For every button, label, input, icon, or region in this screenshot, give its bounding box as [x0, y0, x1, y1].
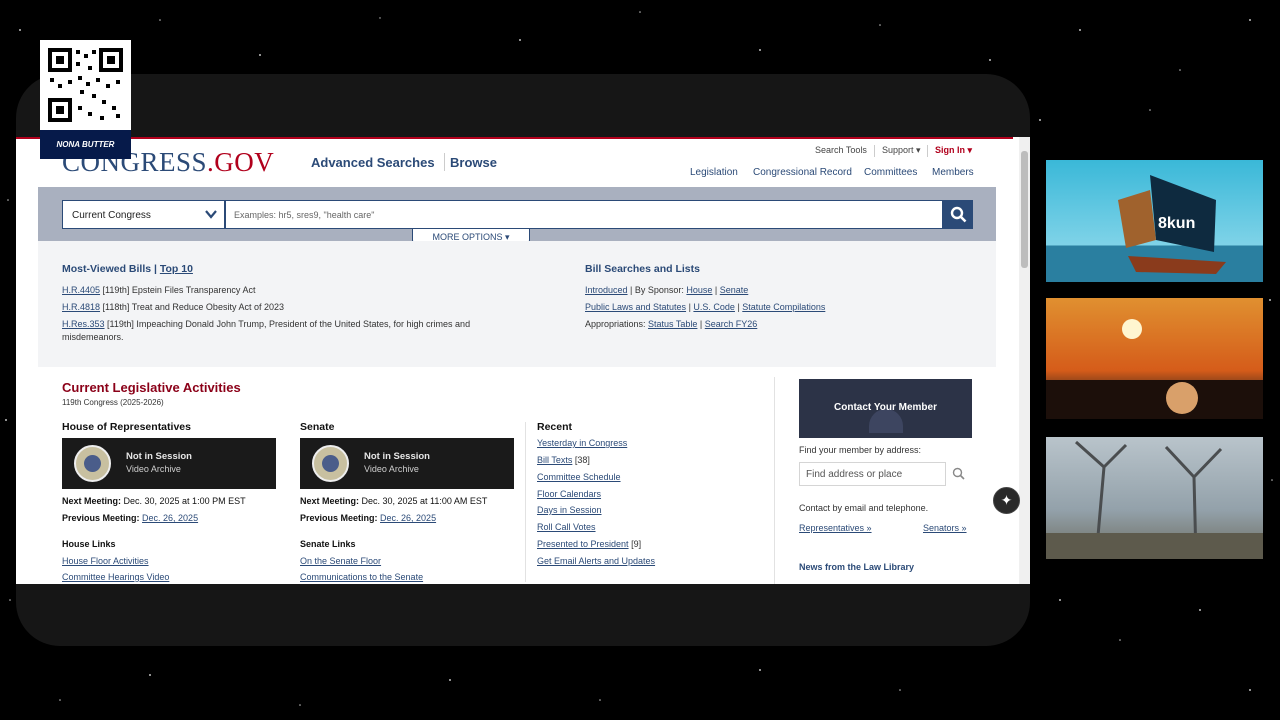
public-laws-link[interactable]: Public Laws and Statutes: [585, 302, 686, 312]
house-seal-icon: [74, 445, 111, 482]
sparkle-icon[interactable]: ✦: [993, 487, 1020, 514]
senate-sponsor-link[interactable]: Senate: [720, 285, 749, 295]
congress-select[interactable]: Current Congress: [62, 200, 225, 229]
bill-link[interactable]: H.Res.353: [62, 319, 105, 329]
bill-link[interactable]: H.R.4818: [62, 302, 100, 312]
nav-legislation[interactable]: Legislation: [690, 167, 738, 178]
contact-text: Contact by email and telephone.: [799, 503, 929, 513]
house-session-status: Not in Session: [126, 451, 192, 462]
address-input[interactable]: Find address or place: [799, 462, 946, 486]
video-tile-ship: 8kun: [1046, 160, 1263, 282]
sign-in-menu[interactable]: Sign In ▾: [935, 145, 972, 156]
contact-your-member-banner[interactable]: Contact Your Member: [799, 379, 972, 438]
congress-gov-page: CONGRESS.GOV Advanced Searches Browse Se…: [38, 137, 996, 584]
nav-congressional-record[interactable]: Congressional Record: [753, 167, 852, 178]
house-floor-link[interactable]: House Floor Activities: [62, 556, 149, 566]
column-divider: [525, 422, 526, 582]
statute-compilations-link[interactable]: Statute Compilations: [742, 302, 825, 312]
scrollbar-thumb[interactable]: [1021, 151, 1028, 268]
house-sponsor-link[interactable]: House: [686, 285, 712, 295]
senate-previous-meeting: Previous Meeting: Dec. 26, 2025: [300, 513, 437, 523]
advanced-searches-link[interactable]: Advanced Searches: [311, 155, 435, 170]
senate-heading: Senate: [300, 421, 335, 433]
house-previous-meeting: Previous Meeting: Dec. 26, 2025: [62, 513, 199, 523]
bill-searches-row: Appropriations: Status Table | Search FY…: [585, 319, 758, 329]
senate-next-meeting: Next Meeting: Dec. 30, 2025 at 11:00 AM …: [300, 496, 488, 506]
most-viewed-item-continued: misdemeanors.: [62, 332, 124, 342]
search-input[interactable]: Examples: hr5, sres9, "health care": [225, 200, 943, 229]
support-menu[interactable]: Support ▾: [882, 145, 921, 156]
house-links-heading: House Links: [62, 539, 116, 549]
status-table-link[interactable]: Status Table: [648, 319, 697, 329]
bills-band: Most-Viewed Bills | Top 10 H.R.4405 [119…: [38, 241, 996, 367]
top-10-link[interactable]: Top 10: [160, 263, 193, 275]
recent-heading: Recent: [537, 421, 573, 433]
house-video-panel[interactable]: Not in Session Video Archive: [62, 438, 276, 489]
find-member-label: Find your member by address:: [799, 445, 922, 455]
recent-link[interactable]: Days in Session: [537, 505, 602, 515]
house-next-meeting: Next Meeting: Dec. 30, 2025 at 1:00 PM E…: [62, 496, 246, 506]
recent-link[interactable]: Presented to President [9]: [537, 539, 641, 549]
recent-link[interactable]: Roll Call Votes: [537, 522, 596, 532]
most-viewed-item: H.R.4405 [119th] Epstein Files Transpare…: [62, 285, 256, 295]
recent-link[interactable]: Bill Texts [38]: [537, 455, 590, 465]
bill-link[interactable]: H.R.4405: [62, 285, 100, 295]
qr-code-badge: NONA BUTTER: [40, 40, 131, 159]
browser-viewport: CONGRESS.GOV Advanced Searches Browse Se…: [16, 137, 1030, 584]
recent-link[interactable]: Get Email Alerts and Updates: [537, 556, 655, 566]
utility-divider: [874, 145, 875, 157]
recent-link[interactable]: Committee Schedule: [537, 472, 621, 482]
senate-session-status: Not in Session: [364, 451, 430, 462]
browse-link[interactable]: Browse: [450, 155, 497, 170]
qr-badge-label: NONA BUTTER: [40, 130, 131, 159]
committee-hearings-link[interactable]: Committee Hearings Video: [62, 572, 169, 582]
introduced-link[interactable]: Introduced: [585, 285, 628, 295]
video-tile-winter: [1046, 437, 1263, 559]
nav-committees[interactable]: Committees: [864, 167, 917, 178]
house-video-archive: Video Archive: [126, 464, 181, 474]
search-tools-link[interactable]: Search Tools: [815, 145, 867, 155]
senate-links-heading: Senate Links: [300, 539, 356, 549]
search-button[interactable]: [943, 200, 973, 229]
recent-link[interactable]: Yesterday in Congress: [537, 438, 627, 448]
nav-members[interactable]: Members: [932, 167, 974, 178]
house-heading: House of Representatives: [62, 421, 191, 433]
bill-searches-row: Public Laws and Statutes | U.S. Code | S…: [585, 302, 826, 312]
search-bar: Current Congress Examples: hr5, sres9, "…: [38, 187, 996, 246]
senate-previous-meeting-link[interactable]: Dec. 26, 2025: [380, 513, 436, 523]
us-code-link[interactable]: U.S. Code: [693, 302, 735, 312]
senators-link[interactable]: Senators »: [923, 523, 967, 533]
qr-code-icon: [48, 48, 123, 122]
bill-searches-row: Introduced | By Sponsor: House | Senate: [585, 285, 749, 295]
video-tile-sunset: [1046, 298, 1263, 419]
chevron-down-icon: [205, 210, 217, 219]
header-divider: [444, 153, 445, 171]
bill-searches-heading: Bill Searches and Lists: [585, 263, 700, 275]
most-viewed-heading: Most-Viewed Bills | Top 10: [62, 263, 193, 275]
utility-divider: [927, 145, 928, 157]
representatives-link[interactable]: Representatives »: [799, 523, 872, 533]
search-icon: [950, 206, 967, 223]
vertical-scrollbar[interactable]: [1019, 137, 1030, 584]
search-icon[interactable]: [952, 467, 965, 480]
senate-video-panel[interactable]: Not in Session Video Archive: [300, 438, 514, 489]
most-viewed-item: H.R.4818 [118th] Treat and Reduce Obesit…: [62, 302, 284, 312]
activities-subtitle: 119th Congress (2025-2026): [62, 398, 164, 407]
recent-link[interactable]: Floor Calendars: [537, 489, 601, 499]
tree-icon: [1046, 440, 1263, 559]
senate-seal-icon: [312, 445, 349, 482]
law-library-news-heading[interactable]: News from the Law Library: [799, 562, 914, 572]
contact-your-member-title: Contact Your Member: [834, 402, 937, 413]
sun-icon: [1046, 319, 1263, 419]
senate-video-archive: Video Archive: [364, 464, 419, 474]
search-fy26-link[interactable]: Search FY26: [705, 319, 758, 329]
senate-floor-link[interactable]: On the Senate Floor: [300, 556, 381, 566]
activities-title: Current Legislative Activities: [62, 380, 241, 395]
most-viewed-item: H.Res.353 [119th] Impeaching Donald John…: [62, 319, 471, 329]
ship-sail-icon: 8kun: [1118, 175, 1226, 274]
sidebar-divider: [774, 377, 775, 584]
house-previous-meeting-link[interactable]: Dec. 26, 2025: [142, 513, 198, 523]
communications-link[interactable]: Communications to the Senate: [300, 572, 423, 582]
tile-logo-text: 8kun: [1158, 215, 1195, 232]
